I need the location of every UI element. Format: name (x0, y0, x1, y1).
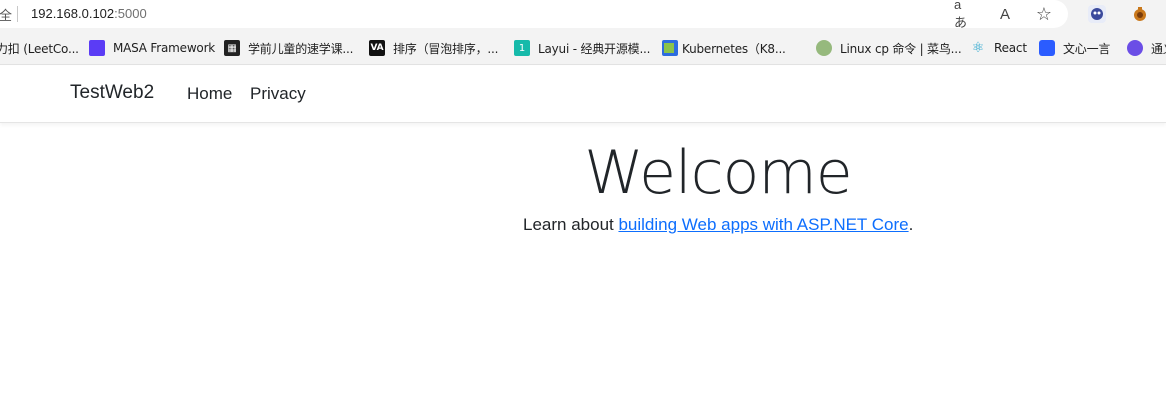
favorite-item[interactable]: Linux cp 命令 | 菜鸟... (816, 39, 962, 57)
favorite-item[interactable]: 力扣 (LeetCo... (0, 39, 79, 57)
aspnet-docs-link[interactable]: building Web apps with ASP.NET Core (618, 215, 908, 234)
favorites-bar: 力扣 (LeetCo... MASA Framework ▦ 学前儿童的速学课..… (0, 30, 1166, 65)
favorite-label: 通义 (1151, 41, 1166, 56)
text-size-icon[interactable]: A (995, 4, 1015, 24)
favorite-item[interactable]: 通义 (1127, 39, 1166, 57)
favorite-item[interactable]: 1 Layui - 经典开源模... (514, 39, 650, 57)
k8s-icon-accent (664, 43, 674, 53)
favorite-label: 排序（冒泡排序，... (393, 41, 499, 56)
layui-icon: 1 (514, 40, 530, 56)
favorite-label: 文心一言 (1063, 41, 1111, 56)
favorite-item[interactable]: VA 排序（冒泡排序，... (369, 39, 498, 57)
address-bar[interactable]: 全 192.168.0.102:5000 aあ A ☆ (0, 0, 1068, 30)
favorite-item[interactable]: 文心一言 (1039, 39, 1110, 57)
masa-icon (89, 40, 105, 56)
learn-suffix: . (908, 215, 914, 234)
favorite-label: 学前儿童的速学课... (248, 41, 354, 56)
nav-home-link[interactable]: Home (187, 84, 232, 104)
favorite-label: Layui - 经典开源模... (538, 41, 651, 56)
learn-prefix: Learn about (523, 215, 619, 234)
favorite-label: React (994, 41, 1027, 55)
copilot-icon[interactable] (1088, 5, 1106, 23)
wenxin-icon (1039, 40, 1055, 56)
tongyi-icon (1127, 40, 1143, 56)
learn-paragraph: Learn about building Web apps with ASP.N… (523, 215, 913, 235)
favorite-item[interactable]: MASA Framework (89, 39, 215, 57)
qr-icon: ▦ (224, 40, 240, 56)
favorite-label: Kubernetes（K8... (682, 41, 786, 56)
url-port: :5000 (114, 6, 147, 21)
page-title: Welcome (584, 138, 852, 208)
site-navbar: TestWeb2 Home Privacy (0, 66, 1166, 123)
url-host: 192.168.0.102 (31, 6, 115, 21)
react-icon: ⚛ (971, 40, 985, 56)
nav-privacy-link[interactable]: Privacy (250, 84, 306, 104)
favorite-label: MASA Framework (113, 41, 216, 55)
extension-icon[interactable] (1131, 5, 1149, 23)
favorite-item[interactable]: ▦ 学前儿童的速学课... (224, 39, 353, 57)
browser-toolbar: 全 192.168.0.102:5000 aあ A ☆ (0, 0, 1166, 30)
url-text[interactable]: 192.168.0.102:5000 (31, 6, 147, 21)
favorite-label: 力扣 (LeetCo... (0, 41, 79, 56)
address-separator (17, 6, 18, 22)
va-icon: VA (369, 40, 385, 56)
read-aloud-icon[interactable]: aあ (954, 0, 974, 30)
runoob-icon (816, 40, 832, 56)
brand-link[interactable]: TestWeb2 (70, 82, 154, 104)
favorite-star-icon[interactable]: ☆ (1034, 4, 1054, 24)
site-info-label[interactable]: 全 (0, 5, 12, 24)
favorite-item[interactable]: Kubernetes（K8... (662, 39, 786, 57)
favorite-label: Linux cp 命令 | 菜鸟... (840, 41, 962, 56)
favorite-item[interactable]: ⚛ React (970, 39, 1027, 57)
